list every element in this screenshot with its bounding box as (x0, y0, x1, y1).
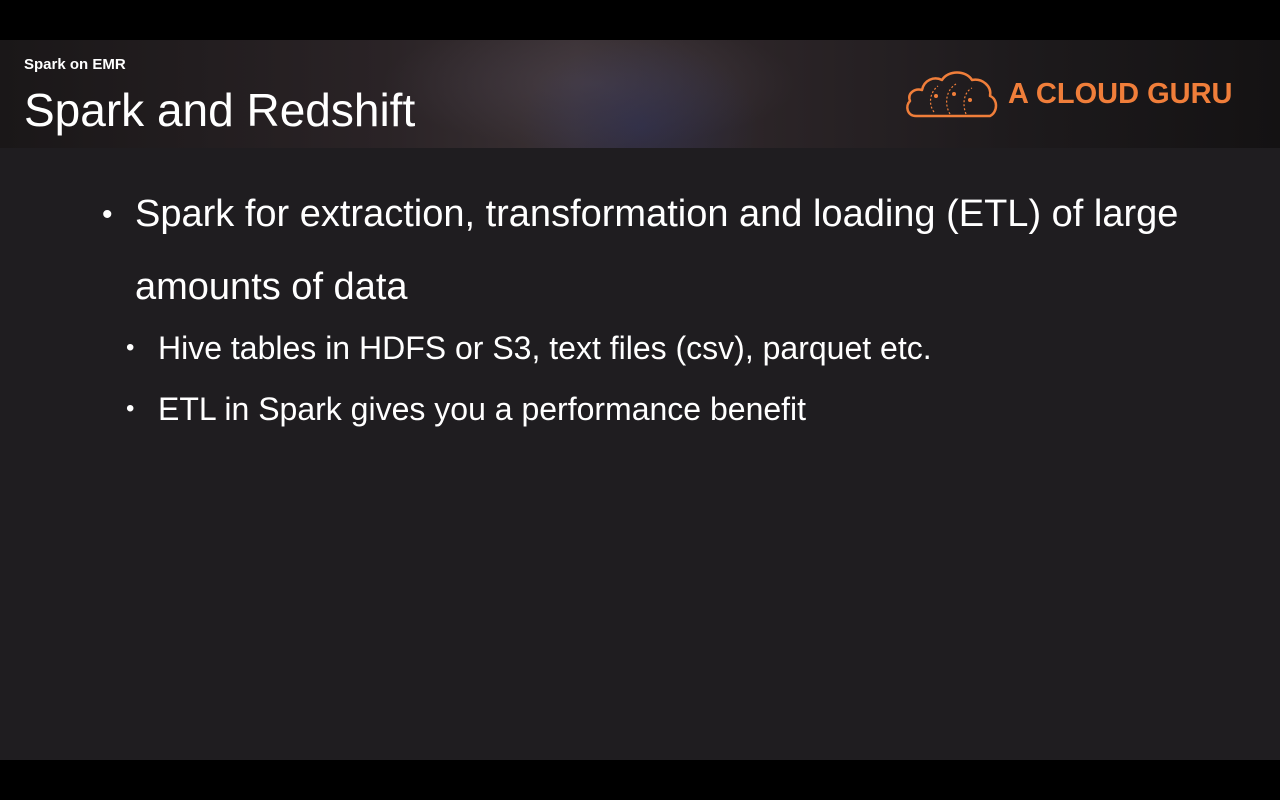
letterbox-bottom (0, 760, 1280, 800)
sub-bullet-item: ETL in Spark gives you a performance ben… (158, 391, 807, 427)
slide-subtitle: Spark on EMR (24, 56, 126, 73)
brand-logo-text: A CLOUD GURU (1008, 78, 1233, 110)
brand-logo: A CLOUD GURU (904, 66, 1244, 122)
slide-title: Spark and Redshift (24, 84, 416, 136)
slide-header: Spark on EMR Spark and Redshift A CLOUD … (0, 40, 1280, 148)
header-background-shade-2 (520, 40, 760, 148)
sub-bullet-marker: • (126, 395, 135, 422)
slide: Spark on EMR Spark and Redshift A CLOUD … (0, 40, 1280, 760)
sub-bullet-item: Hive tables in HDFS or S3, text files (c… (158, 330, 932, 366)
letterbox-top (0, 0, 1280, 40)
bullet-main: Spark for extraction, transformation and… (135, 193, 1179, 308)
bullet-marker: • (102, 198, 113, 231)
sub-bullet-marker: • (126, 334, 135, 361)
cloud-icon (906, 71, 998, 118)
